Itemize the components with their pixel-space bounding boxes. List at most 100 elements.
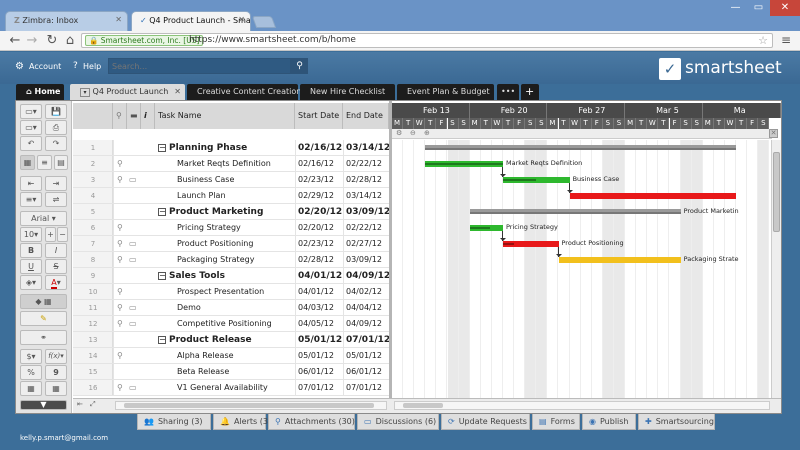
strikethrough-button[interactable]: S: [45, 259, 67, 274]
vertical-scrollbar[interactable]: [771, 140, 781, 398]
task-name-cell[interactable]: Launch Plan: [177, 188, 226, 204]
bottom-tab-discussions[interactable]: ▭ Discussions (6): [357, 414, 439, 430]
end-date-cell[interactable]: 03/14/12: [346, 140, 390, 156]
attachments-column-header[interactable]: ⚲: [113, 103, 127, 129]
end-date-cell[interactable]: 03/14/12: [346, 188, 382, 204]
sheet-tab-q4-product-launch[interactable]: ▾ Q4 Product Launch ✕: [70, 84, 185, 100]
start-date-cell[interactable]: 06/01/12: [298, 364, 334, 380]
bottom-tab-update[interactable]: ⟳ Update Requests: [441, 414, 530, 430]
table-row[interactable]: 12 ⚲ ▭ Competitive Positioning 04/05/12 04/09…: [73, 316, 389, 332]
highlight-button[interactable]: ◆ ▦: [20, 294, 67, 309]
info-column-header[interactable]: i: [141, 103, 155, 129]
start-date-cell[interactable]: 04/03/12: [298, 300, 334, 316]
comment-icon[interactable]: ▭: [129, 380, 137, 396]
close-icon[interactable]: ✕: [174, 87, 181, 96]
table-row[interactable]: 2 ⚲ Market Reqts Definition 02/16/12 02/22/1…: [73, 156, 389, 172]
grid-scroll-thumb[interactable]: [124, 403, 374, 408]
percent-button[interactable]: %: [20, 365, 42, 380]
collapse-icon[interactable]: −: [158, 272, 166, 280]
menu-icon[interactable]: ≡: [778, 33, 794, 48]
toolbar-collapse-button[interactable]: ▼: [20, 400, 67, 410]
end-date-cell[interactable]: 05/01/12: [346, 348, 382, 364]
close-icon[interactable]: ✕: [115, 15, 122, 24]
attachment-icon[interactable]: ⚲: [117, 172, 123, 188]
start-date-cell[interactable]: 04/01/12: [298, 268, 342, 284]
table-row[interactable]: 8 ⚲ ▭ Packaging Strategy 02/28/12 03/09/12: [73, 252, 389, 268]
save-button[interactable]: 💾: [45, 104, 67, 119]
attachment-icon[interactable]: ⚲: [117, 156, 123, 172]
zoom-in-icon[interactable]: ⊕: [424, 129, 430, 137]
help-icon[interactable]: ?: [73, 61, 78, 71]
task-name-cell[interactable]: Business Case: [177, 172, 234, 188]
increase-font-button[interactable]: +: [45, 227, 56, 242]
wrap-button[interactable]: ⇌: [45, 192, 67, 207]
attachment-icon[interactable]: ⚲: [117, 380, 123, 396]
close-gantt-icon[interactable]: ✕: [769, 129, 778, 138]
end-date-cell[interactable]: 04/09/12: [346, 268, 390, 284]
collapse-icon[interactable]: −: [158, 144, 166, 152]
new-row-button[interactable]: ▭▾: [20, 104, 42, 119]
gear-icon[interactable]: ⚙: [15, 61, 24, 72]
decimal-decrease-button[interactable]: ▦: [45, 381, 67, 396]
task-name-header[interactable]: Task Name: [155, 103, 295, 129]
sheet-tab-creative-content[interactable]: Creative Content Creation: [187, 84, 301, 100]
table-row[interactable]: 10 ⚲ Prospect Presentation 04/01/12 04/02/12: [73, 284, 389, 300]
table-row[interactable]: 3 ⚲ ▭ Business Case 02/23/12 02/28/12: [73, 172, 389, 188]
parent-task-row[interactable]: 13 − Product Release 05/01/12 07/01/12: [73, 332, 390, 348]
discussion-column-header[interactable]: ▬: [127, 103, 141, 129]
bottom-tab-attachments[interactable]: ⚲ Attachments (30): [268, 414, 355, 430]
end-date-cell[interactable]: 02/22/12: [346, 220, 382, 236]
attachment-icon[interactable]: ⚲: [117, 220, 123, 236]
table-row[interactable]: 7 ⚲ ▭ Product Positioning 02/23/12 02/27/12: [73, 236, 389, 252]
task-name-cell[interactable]: Beta Release: [177, 364, 229, 380]
table-row[interactable]: 15 Beta Release 06/01/12 06/01/12: [73, 364, 389, 380]
table-row[interactable]: 6 ⚲ Pricing Strategy 02/20/12 02/22/12: [73, 220, 389, 236]
bottom-tab-publish[interactable]: ◉ Publish: [582, 414, 636, 430]
end-date-cell[interactable]: 06/01/12: [346, 364, 382, 380]
end-date-cell[interactable]: 03/09/12: [346, 204, 390, 220]
expand-icon[interactable]: ⤢: [90, 400, 96, 409]
search-button[interactable]: ⚲: [291, 58, 308, 74]
comment-icon[interactable]: ▭: [129, 316, 137, 332]
underline-button[interactable]: U: [20, 259, 42, 274]
start-date-cell[interactable]: 02/29/12: [298, 188, 334, 204]
start-date-header[interactable]: Start Date: [295, 103, 343, 129]
task-bar[interactable]: [558, 257, 681, 263]
table-row[interactable]: 11 ⚲ ▭ Demo 04/03/12 04/04/12: [73, 300, 389, 316]
start-date-cell[interactable]: 02/16/12: [298, 140, 342, 156]
close-window-icon[interactable]: ✕: [770, 0, 800, 16]
end-date-cell[interactable]: 02/28/12: [346, 172, 382, 188]
browser-tab-smartsheet[interactable]: ✓ Q4 Product Launch - Smar ✕: [131, 11, 251, 31]
star-icon[interactable]: ☆: [758, 34, 768, 47]
calendar-view-button[interactable]: ▤: [54, 155, 68, 170]
end-date-cell[interactable]: 04/09/12: [346, 316, 382, 332]
minimize-icon[interactable]: —: [724, 0, 747, 16]
task-name-cell[interactable]: Pricing Strategy: [177, 220, 241, 236]
start-date-cell[interactable]: 02/23/12: [298, 236, 334, 252]
vertical-scroll-thumb[interactable]: [773, 152, 780, 232]
maximize-icon[interactable]: ▭: [747, 0, 770, 16]
redo-button[interactable]: ↷: [45, 136, 67, 151]
start-date-cell[interactable]: 04/05/12: [298, 316, 334, 332]
decimal-increase-button[interactable]: ▦: [20, 381, 42, 396]
task-bar[interactable]: [503, 177, 570, 183]
bold-button[interactable]: B: [20, 243, 42, 258]
start-date-cell[interactable]: 02/23/12: [298, 172, 334, 188]
start-date-cell[interactable]: 07/01/12: [298, 380, 334, 396]
italic-button[interactable]: I: [45, 243, 67, 258]
decimal-button[interactable]: 9: [45, 365, 67, 380]
summary-bar[interactable]: [425, 145, 737, 150]
attachment-icon[interactable]: ⚲: [117, 348, 123, 364]
first-page-icon[interactable]: ⇤: [77, 400, 83, 408]
task-bar[interactable]: [503, 241, 559, 247]
task-name-cell[interactable]: Demo: [177, 300, 201, 316]
print-icon[interactable]: ⎙: [45, 120, 67, 135]
attachment-icon[interactable]: ⚲: [117, 236, 123, 252]
gantt-horizontal-scrollbar[interactable]: [394, 401, 770, 410]
end-date-cell[interactable]: 07/01/12: [346, 380, 382, 396]
back-icon[interactable]: ←: [8, 33, 22, 48]
font-select[interactable]: Arial ▾: [20, 211, 67, 226]
reload-icon[interactable]: ↻: [45, 33, 59, 48]
attachment-icon[interactable]: ⚲: [117, 316, 123, 332]
comment-icon[interactable]: ▭: [129, 252, 137, 268]
